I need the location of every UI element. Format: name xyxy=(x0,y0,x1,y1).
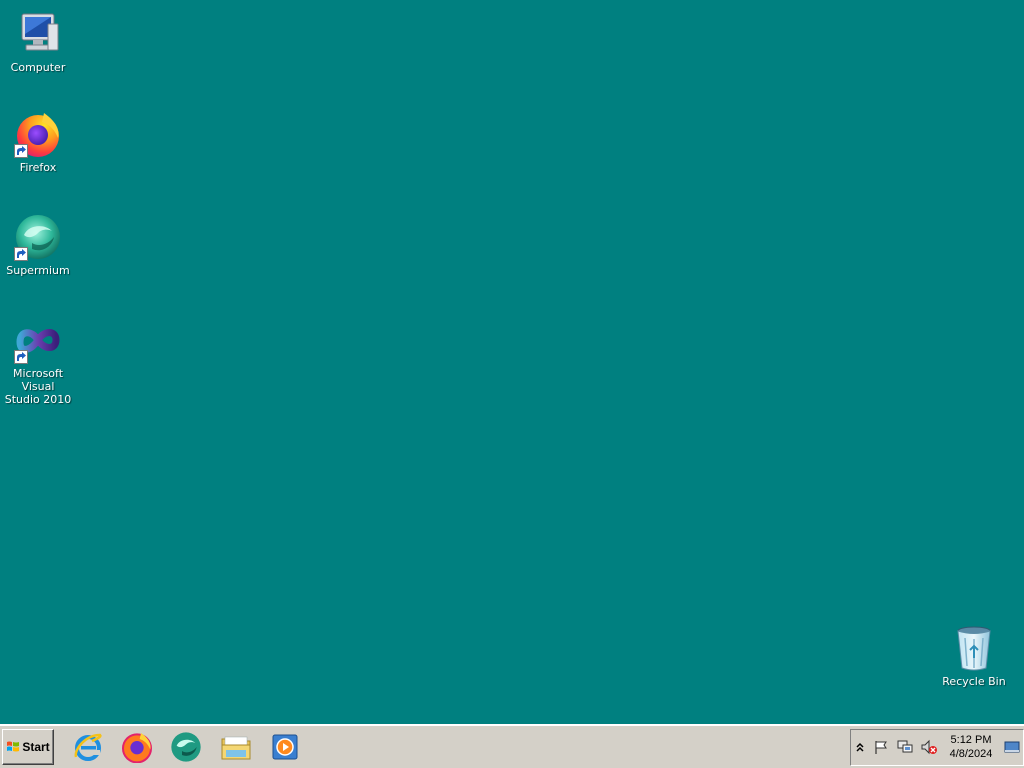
network-icon[interactable] xyxy=(897,739,913,755)
volume-muted-icon[interactable] xyxy=(921,739,937,755)
show-hidden-icons-chevron[interactable] xyxy=(855,739,865,755)
desktop-icon-label: Computer xyxy=(10,61,66,74)
desktop-icon-label: Supermium xyxy=(6,264,70,277)
shortcut-arrow-icon xyxy=(14,350,28,364)
visual-studio-icon xyxy=(14,316,62,364)
firefox-icon xyxy=(14,110,62,158)
system-tray: 5:12 PM 4/8/2024 xyxy=(850,729,1024,766)
shortcut-arrow-icon xyxy=(14,247,28,261)
recycle-bin-icon xyxy=(950,624,998,672)
start-label: Start xyxy=(22,740,50,754)
show-desktop-icon[interactable] xyxy=(1004,739,1020,755)
clock-date: 4/8/2024 xyxy=(949,748,993,760)
taskbar-clock[interactable]: 5:12 PM 4/8/2024 xyxy=(943,733,999,761)
supermium-icon xyxy=(171,732,201,762)
desktop-icon-recycle-bin[interactable]: Recycle Bin xyxy=(936,624,1012,688)
start-button[interactable]: Start xyxy=(2,729,54,765)
firefox-icon xyxy=(122,733,152,764)
desktop-icon-visual-studio[interactable]: Microsoft Visual Studio 2010 xyxy=(0,316,76,406)
taskbar: Start 5:12 PM 4/8/2024 xyxy=(0,724,1024,768)
action-center-flag-icon[interactable] xyxy=(873,739,889,755)
windows-logo-icon xyxy=(7,741,20,752)
taskbar-media-player[interactable] xyxy=(269,731,301,763)
taskbar-internet-explorer[interactable] xyxy=(72,731,104,763)
taskbar-firefox[interactable] xyxy=(121,731,153,764)
taskbar-windows-explorer[interactable] xyxy=(220,731,252,763)
desktop-icon-computer[interactable]: Computer xyxy=(0,10,76,74)
internet-explorer-icon xyxy=(74,733,102,761)
desktop-icon-firefox[interactable]: Firefox xyxy=(0,110,76,174)
supermium-icon xyxy=(14,213,62,261)
computer-icon xyxy=(14,10,62,58)
shortcut-arrow-icon xyxy=(14,144,28,158)
desktop-icon-supermium[interactable]: Supermium xyxy=(0,213,76,277)
clock-time: 5:12 PM xyxy=(950,734,992,746)
desktop-icon-label: Firefox xyxy=(19,161,57,174)
folder-icon xyxy=(221,736,251,760)
desktop[interactable]: Computer Firefox Supermium Microsoft Vis… xyxy=(0,0,1024,724)
desktop-icon-label: Microsoft Visual Studio 2010 xyxy=(4,367,72,406)
desktop-icon-label: Recycle Bin xyxy=(942,675,1006,688)
taskbar-supermium[interactable] xyxy=(170,731,202,763)
media-player-icon xyxy=(272,734,298,760)
